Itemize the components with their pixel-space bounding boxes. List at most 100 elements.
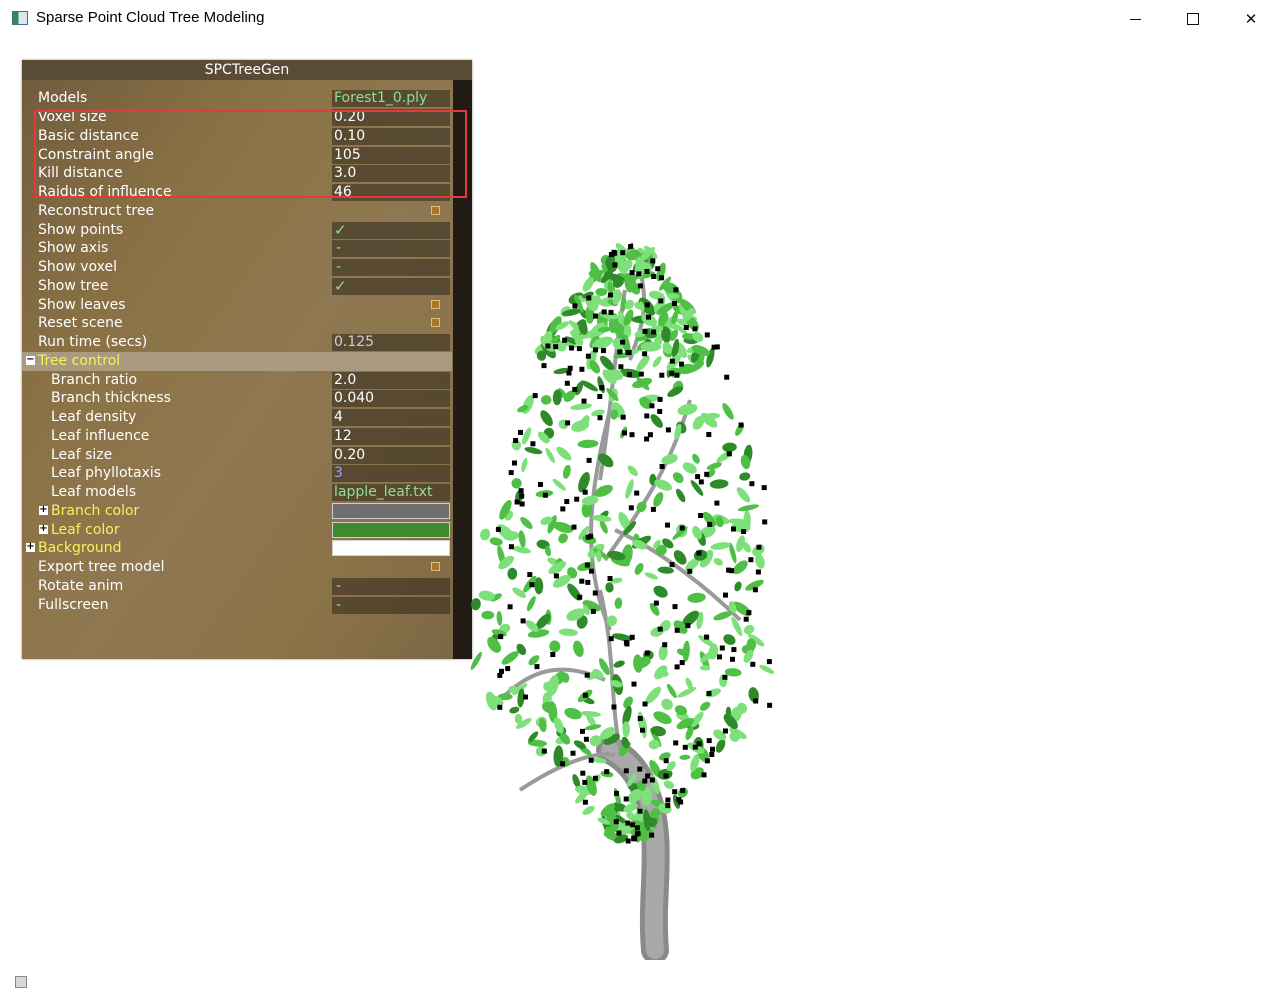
point [514,499,520,505]
row-label: Leaf phyllotaxis [51,465,162,481]
point [714,344,720,350]
fullscreen-checkbox[interactable]: - [332,597,450,614]
row-show-voxel: Show voxel - [22,258,452,277]
expand-icon[interactable]: + [39,524,48,534]
branch-color-swatch[interactable] [332,503,450,519]
reset-scene-button[interactable] [431,318,440,327]
leaf [558,628,578,637]
point [623,640,629,645]
row-label: Rotate anim [38,578,124,594]
rotate-anim-checkbox[interactable]: - [332,578,450,595]
app-icon [12,11,28,25]
leaf [582,805,595,816]
point [620,250,626,256]
show-voxel-checkbox[interactable]: - [332,259,450,276]
row-label: Leaf density [51,409,137,425]
row-label: Run time (secs) [38,334,148,350]
background-color-swatch[interactable] [332,540,450,556]
point [580,770,586,776]
reconstruct-tree-button[interactable] [431,206,440,215]
point [612,250,618,256]
point [669,370,675,376]
leaf [524,447,543,455]
leaf-models-select[interactable]: lapple_leaf.txt [332,484,450,501]
point [629,270,635,276]
point [753,698,759,704]
row-label: Branch ratio [51,372,138,388]
point [634,831,640,837]
point [644,302,650,308]
point [538,482,543,487]
point [497,704,503,710]
point [529,582,535,588]
minimize-button[interactable] [1106,0,1164,38]
point [629,634,635,640]
show-axis-checkbox[interactable]: - [332,240,450,257]
show-points-checkbox[interactable]: ✓ [332,222,450,239]
show-tree-checkbox[interactable]: ✓ [332,278,450,295]
point [669,358,675,364]
point [642,351,648,357]
row-models: Models Forest1_0.ply [22,89,452,108]
maximize-button[interactable] [1164,0,1222,38]
point [631,681,637,687]
point [680,788,686,794]
point [550,652,556,657]
point [663,758,669,764]
models-select[interactable]: Forest1_0.ply [332,90,450,107]
leaf [489,537,503,546]
expand-icon[interactable]: + [39,505,48,515]
leaf [622,721,630,738]
leaf [509,706,520,714]
expand-icon[interactable]: + [26,542,35,552]
leaf [549,640,561,653]
leaf-color-swatch[interactable] [332,522,450,538]
point [623,796,629,802]
panel-title[interactable]: SPCTreeGen [22,60,472,80]
row-label: Leaf size [51,447,113,463]
leaf [723,634,736,645]
leaf [521,457,528,473]
point [625,350,631,355]
group-tree-control[interactable]: − Tree control [22,352,452,371]
point [590,608,596,614]
point [687,568,693,574]
point [604,769,610,775]
leaf-density-field[interactable]: 4 [332,409,450,426]
collapse-icon[interactable]: − [26,355,35,365]
point [577,594,583,600]
point [585,534,591,540]
leaf [722,403,734,420]
window-title: Sparse Point Cloud Tree Modeling [36,9,265,26]
branch-thickness-field[interactable]: 0.040 [332,390,450,407]
row-label: Show axis [38,240,109,256]
point [761,485,767,491]
leaf-phyllotaxis-field[interactable]: 3 [332,465,450,482]
leaf [577,439,599,449]
leaf [710,542,731,550]
point [532,393,538,399]
leaf [682,640,690,662]
point [701,772,707,778]
row-label: Show voxel [38,259,118,275]
leaf [614,597,623,609]
close-button[interactable]: ✕ [1222,0,1280,38]
leaf [552,478,566,491]
point [582,692,588,698]
tree-viewport[interactable] [440,230,840,960]
leaf-size-field[interactable]: 0.20 [332,447,450,464]
point [730,656,735,662]
point [638,371,644,377]
point [673,287,679,293]
point [505,666,511,672]
point [692,326,698,332]
leaf [687,592,706,603]
point [766,659,772,665]
branch-ratio-field[interactable]: 2.0 [332,372,450,389]
leaf-influence-field[interactable]: 12 [332,428,450,445]
point [628,244,634,249]
export-tree-model-button[interactable] [431,562,440,571]
show-leaves-button[interactable] [431,300,440,309]
row-rotate-anim: Rotate anim - [22,577,452,596]
point [564,499,570,504]
